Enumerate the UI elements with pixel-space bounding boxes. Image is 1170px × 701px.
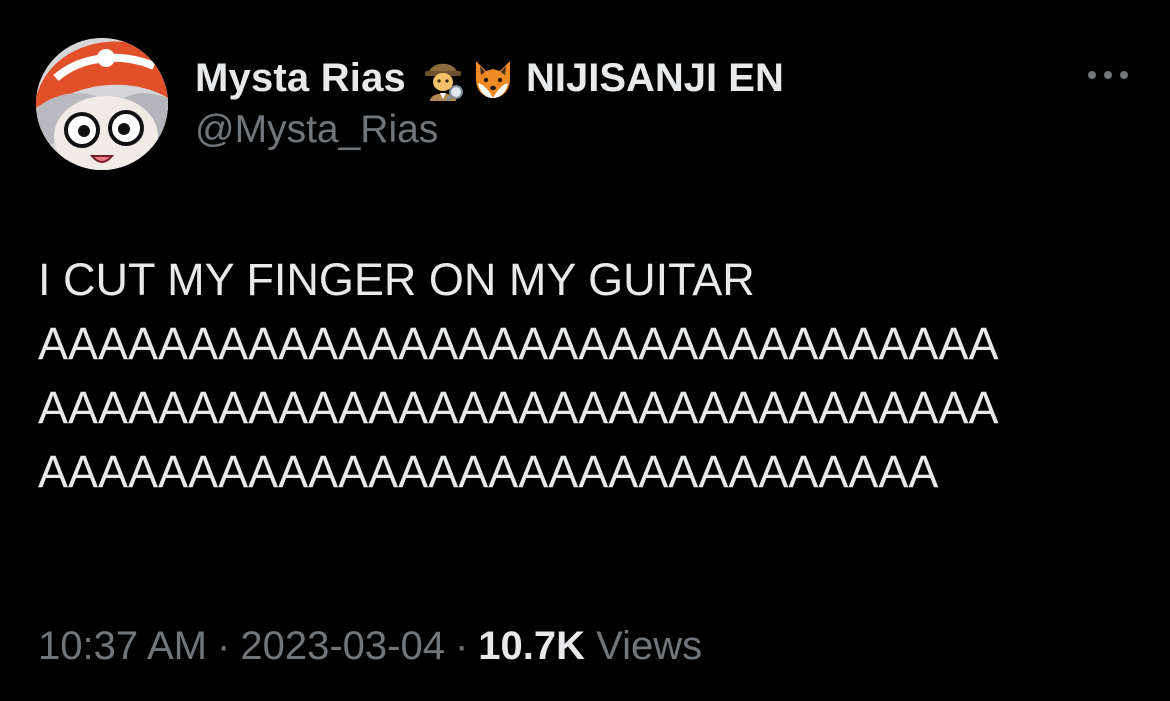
author-name-row[interactable]: Mysta Rias NIJISANJI EN [195, 54, 784, 102]
tweet-text-line: AAAAAAAAAAAAAAAAAAAAAAAAAAAAAA [38, 446, 939, 497]
meta-separator: · [217, 624, 231, 668]
display-name[interactable]: Mysta Rias [195, 56, 406, 101]
detective-icon [420, 55, 466, 101]
more-options-button[interactable] [1082, 58, 1134, 94]
more-icon [1086, 67, 1130, 85]
tweet-meta: 10:37 AM · 2023-03-04 · 10.7K Views [38, 620, 702, 672]
fox-icon [470, 55, 516, 101]
views-label: Views [596, 624, 703, 668]
views-count[interactable]: 10.7K [478, 624, 585, 668]
tweet-text-line: AAAAAAAAAAAAAAAAAAAAAAAAAAAAAAAA [38, 318, 999, 369]
avatar-image [36, 38, 168, 170]
author-handle[interactable]: @Mysta_Rias [195, 108, 438, 152]
meta-separator: · [454, 624, 469, 668]
tweet-time[interactable]: 10:37 AM [38, 624, 207, 668]
avatar[interactable] [36, 38, 168, 170]
tweet-text-line: AAAAAAAAAAAAAAAAAAAAAAAAAAAAAAAA [38, 382, 999, 433]
tweet-text: I CUT MY FINGER ON MY GUITAR AAAAAAAAAAA… [38, 248, 1148, 504]
tweet-card: Mysta Rias NIJISANJI EN @Mysta_Rias I CU… [0, 0, 1170, 701]
affiliation-label: NIJISANJI EN [525, 55, 784, 100]
tweet-date[interactable]: 2023-03-04 [240, 624, 445, 668]
tweet-text-line: I CUT MY FINGER ON MY GUITAR [38, 254, 755, 305]
